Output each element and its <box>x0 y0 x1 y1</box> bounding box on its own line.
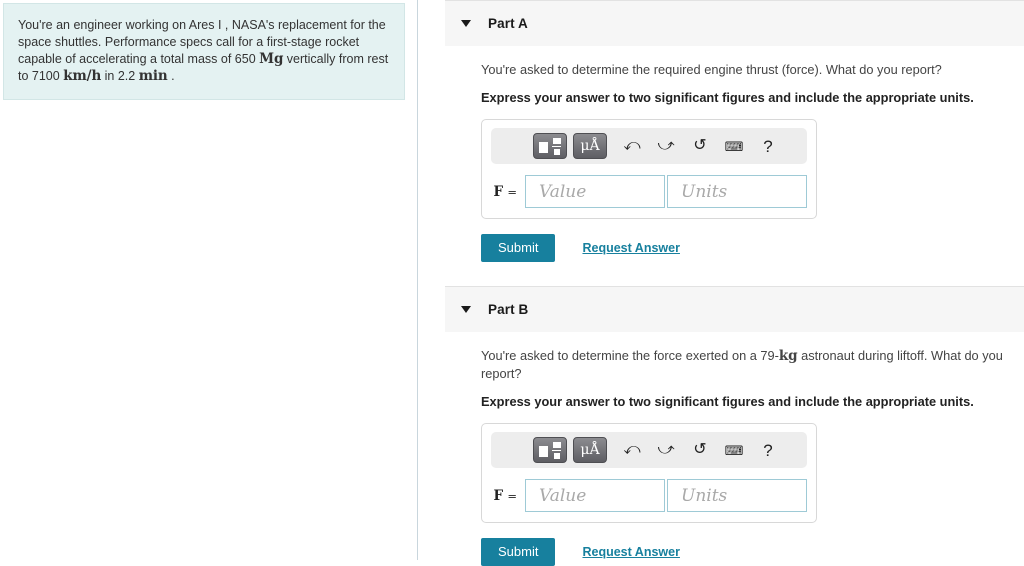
math-template-icon <box>539 441 561 459</box>
submit-row-b: Submit Request Answer <box>481 538 1024 566</box>
problem-math-term: min <box>138 68 168 84</box>
submit-button-a[interactable]: Submit <box>481 234 556 262</box>
value-input-a[interactable] <box>525 175 665 208</box>
units-button-a[interactable]: μÅ <box>573 133 607 159</box>
problem-statement: You're an engineer working on Ares I , N… <box>18 17 390 85</box>
variable-label-a: F = <box>493 183 517 200</box>
answer-toolbar-a: μÅ ⤺ ⤻ ↺ ⌨ ? <box>491 128 807 164</box>
request-answer-link-b[interactable]: Request Answer <box>582 545 679 559</box>
units-input-a[interactable] <box>667 175 807 208</box>
answer-row-b: F = <box>491 479 807 512</box>
question-text-b-prefix: You're asked to determine the force exer… <box>481 348 779 363</box>
part-body-a: You're asked to determine the required e… <box>419 46 1024 262</box>
answer-toolbar-b: μÅ ⤺ ⤻ ↺ ⌨ ? <box>491 432 807 468</box>
micro-angstrom-icon: μÅ <box>580 442 600 458</box>
units-input-b[interactable] <box>667 479 807 512</box>
help-icon-b[interactable]: ? <box>753 442 783 459</box>
math-template-button-a[interactable] <box>533 133 567 159</box>
instruction-text-b: Express your answer to two significant f… <box>481 394 974 409</box>
problem-text-run: . <box>167 69 175 83</box>
math-template-icon <box>539 137 561 155</box>
variable-label-b: F = <box>493 487 517 504</box>
answer-page: You're an engineer working on Ares I , N… <box>0 0 1024 566</box>
question-text-a-prefix: You're asked to determine the required e… <box>481 62 942 77</box>
chevron-down-icon[interactable] <box>461 20 471 27</box>
problem-math-term: km/h <box>63 68 102 84</box>
part-block-a: Part A You're asked to determine the req… <box>419 0 1024 262</box>
reset-icon-a[interactable]: ↺ <box>685 138 715 154</box>
undo-icon-a[interactable]: ⤺ <box>617 138 647 154</box>
part-block-b: Part B You're asked to determine the for… <box>419 286 1024 566</box>
undo-icon-b[interactable]: ⤺ <box>617 442 647 458</box>
part-spacer <box>419 262 1024 286</box>
help-icon-a[interactable]: ? <box>753 138 783 155</box>
answer-box-b: μÅ ⤺ ⤻ ↺ ⌨ ? F = <box>481 423 817 523</box>
value-input-b[interactable] <box>525 479 665 512</box>
problem-panel: You're an engineer working on Ares I , N… <box>0 0 418 560</box>
redo-icon-a[interactable]: ⤻ <box>651 138 681 154</box>
part-title-b: Part B <box>488 302 529 317</box>
parts-panel: Part A You're asked to determine the req… <box>419 0 1024 566</box>
part-body-b: You're asked to determine the force exer… <box>419 332 1024 566</box>
question-text-b: You're asked to determine the force exer… <box>481 347 1024 382</box>
part-header-a[interactable]: Part A <box>445 0 1024 46</box>
redo-icon-b[interactable]: ⤻ <box>651 442 681 458</box>
answer-row-a: F = <box>491 175 807 208</box>
chevron-down-icon[interactable] <box>461 306 471 313</box>
question-text-a: You're asked to determine the required e… <box>481 61 1024 78</box>
math-template-button-b[interactable] <box>533 437 567 463</box>
problem-card: You're an engineer working on Ares I , N… <box>3 3 405 100</box>
submit-button-b[interactable]: Submit <box>481 538 556 566</box>
question-text-b-math: kg <box>778 348 798 364</box>
keyboard-icon-a[interactable]: ⌨ <box>719 140 749 153</box>
micro-angstrom-icon: μÅ <box>580 138 600 154</box>
instruction-text-a: Express your answer to two significant f… <box>481 90 974 105</box>
problem-text-run: in 2.2 <box>101 69 139 83</box>
units-button-b[interactable]: μÅ <box>573 437 607 463</box>
request-answer-link-a[interactable]: Request Answer <box>582 241 679 255</box>
submit-row-a: Submit Request Answer <box>481 234 1024 262</box>
problem-math-term: Mg <box>259 51 284 67</box>
part-title-a: Part A <box>488 16 528 31</box>
reset-icon-b[interactable]: ↺ <box>685 442 715 458</box>
part-header-b[interactable]: Part B <box>445 286 1024 332</box>
keyboard-icon-b[interactable]: ⌨ <box>719 444 749 457</box>
answer-box-a: μÅ ⤺ ⤻ ↺ ⌨ ? F = <box>481 119 817 219</box>
